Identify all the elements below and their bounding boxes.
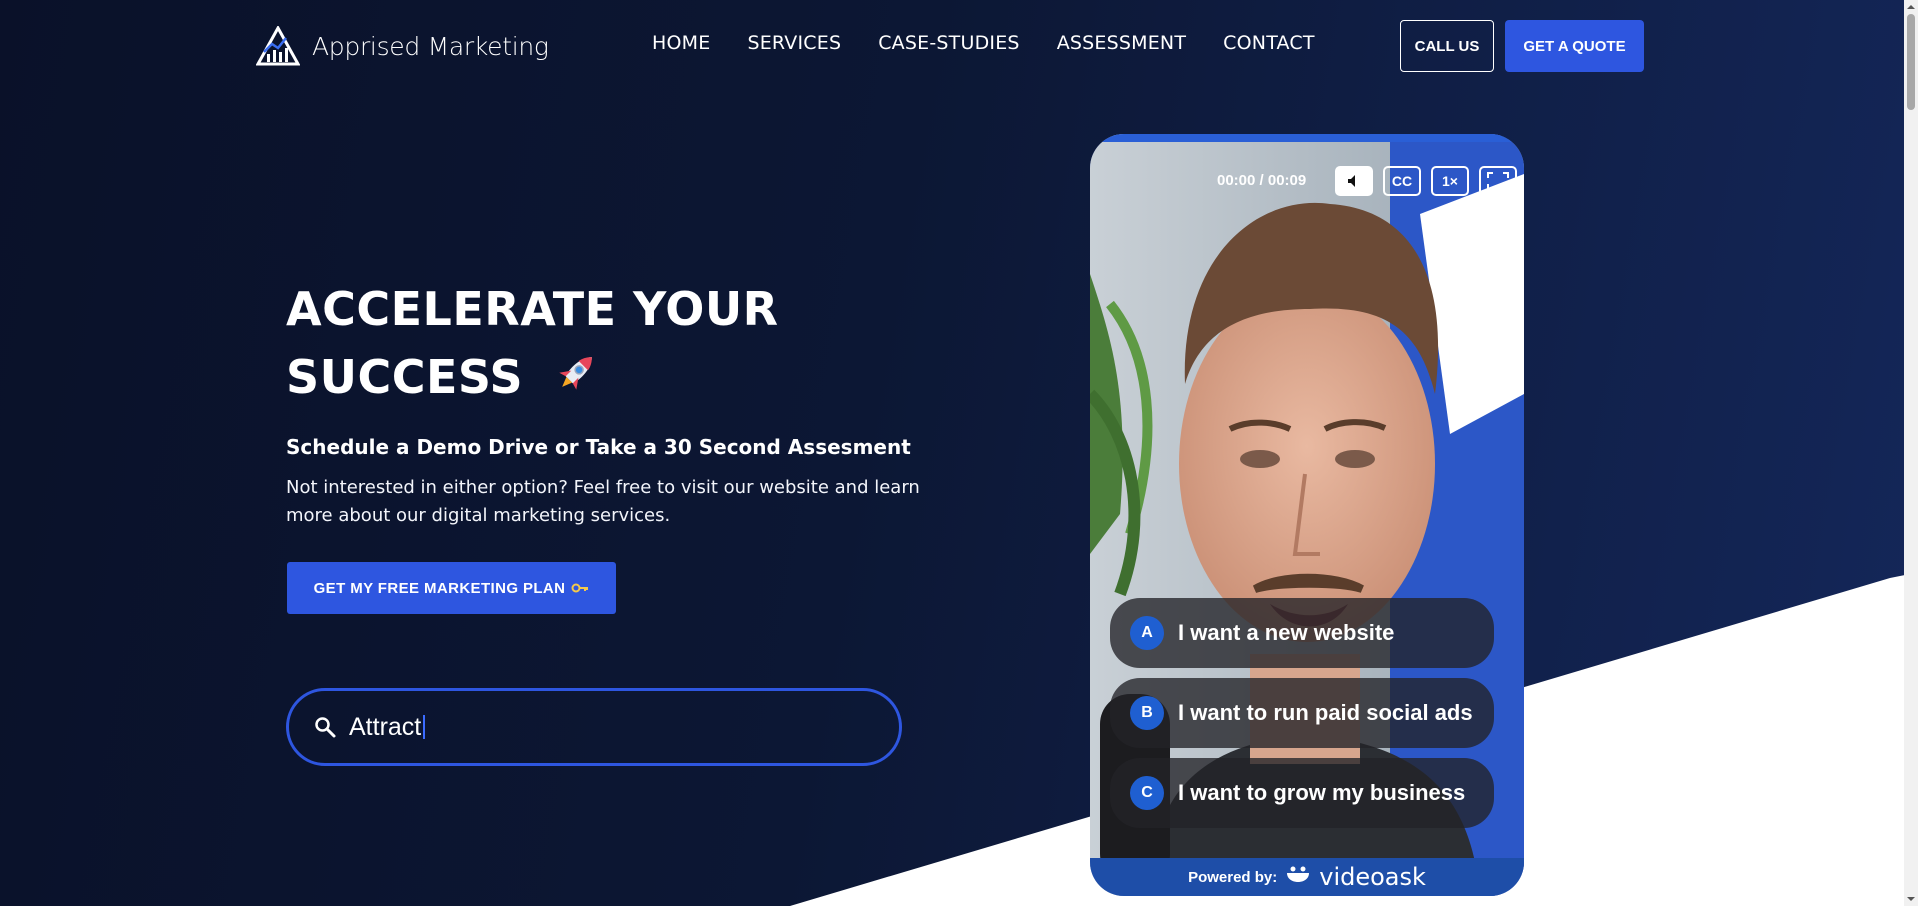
scroll-up-arrow-icon[interactable] [1907,3,1915,11]
answer-option-a[interactable]: A I want a new website [1110,598,1494,668]
powered-label: Powered by: [1188,868,1278,886]
nav-services[interactable]: SERVICES [747,32,841,54]
powered-by-bar[interactable]: Powered by: videoask [1090,858,1524,896]
main-nav: HOME SERVICES CASE-STUDIES ASSESSMENT CO… [652,32,1352,54]
hero-title: ACCELERATE YOUR SUCCESS [286,275,846,411]
nav-assessment[interactable]: ASSESSMENT [1057,32,1186,54]
get-quote-button[interactable]: GET A QUOTE [1505,20,1644,72]
brand-name: Apprised Marketing [312,31,549,61]
search-icon [315,717,336,738]
rocket-icon [558,357,592,390]
option-letter: C [1130,776,1164,810]
free-marketing-plan-button[interactable]: GET MY FREE MARKETING PLAN [287,562,616,614]
call-us-button[interactable]: CALL US [1400,20,1494,72]
hero-title-line1: ACCELERATE YOUR [286,282,779,336]
option-letter: A [1130,616,1164,650]
nav-contact[interactable]: CONTACT [1223,32,1315,54]
search-value: Attract [349,712,422,741]
fullscreen-icon [1487,172,1509,190]
videoask-logo-icon [1287,866,1310,882]
speaker-muted-icon [1348,175,1355,187]
hero-description: Not interested in either option? Feel fr… [286,477,920,526]
key-icon [571,583,589,593]
answer-option-c[interactable]: C I want to grow my business [1110,758,1494,828]
option-text: I want to grow my business [1178,780,1466,805]
videoask-widget[interactable]: 00:00 / 00:09 CC 1× A I want a new websi… [1090,134,1524,896]
search-input[interactable]: Attract [286,688,902,766]
option-text: I want a new website [1178,620,1395,645]
hero-subtitle: Schedule a Demo Drive or Take a 30 Secon… [286,435,911,459]
nav-home[interactable]: HOME [652,32,710,54]
playback-speed-button[interactable]: 1× [1431,166,1469,196]
cta-label: GET MY FREE MARKETING PLAN [313,579,566,597]
nav-case-studies[interactable]: CASE-STUDIES [878,32,1019,54]
option-letter: B [1130,696,1164,730]
mountain-chart-logo-icon [256,26,300,66]
powered-brand: videoask [1319,863,1426,891]
page-scrollbar[interactable] [1904,0,1918,906]
site-header: Apprised Marketing HOME SERVICES CASE-ST… [0,0,1905,90]
scrollbar-thumb[interactable] [1907,14,1915,110]
mute-button[interactable] [1335,166,1373,196]
hero-title-line2: SUCCESS [286,350,524,404]
option-text: I want to run paid social ads [1178,700,1473,725]
brand-logo[interactable]: Apprised Marketing [256,26,549,66]
video-controls: 00:00 / 00:09 CC 1× [1090,164,1524,198]
captions-button[interactable]: CC [1383,166,1421,196]
fullscreen-button[interactable] [1479,166,1517,196]
video-time: 00:00 / 00:09 [1217,172,1307,189]
answer-option-b[interactable]: B I want to run paid social ads [1110,678,1494,748]
text-caret [423,715,426,739]
scroll-down-arrow-icon[interactable] [1907,895,1915,903]
